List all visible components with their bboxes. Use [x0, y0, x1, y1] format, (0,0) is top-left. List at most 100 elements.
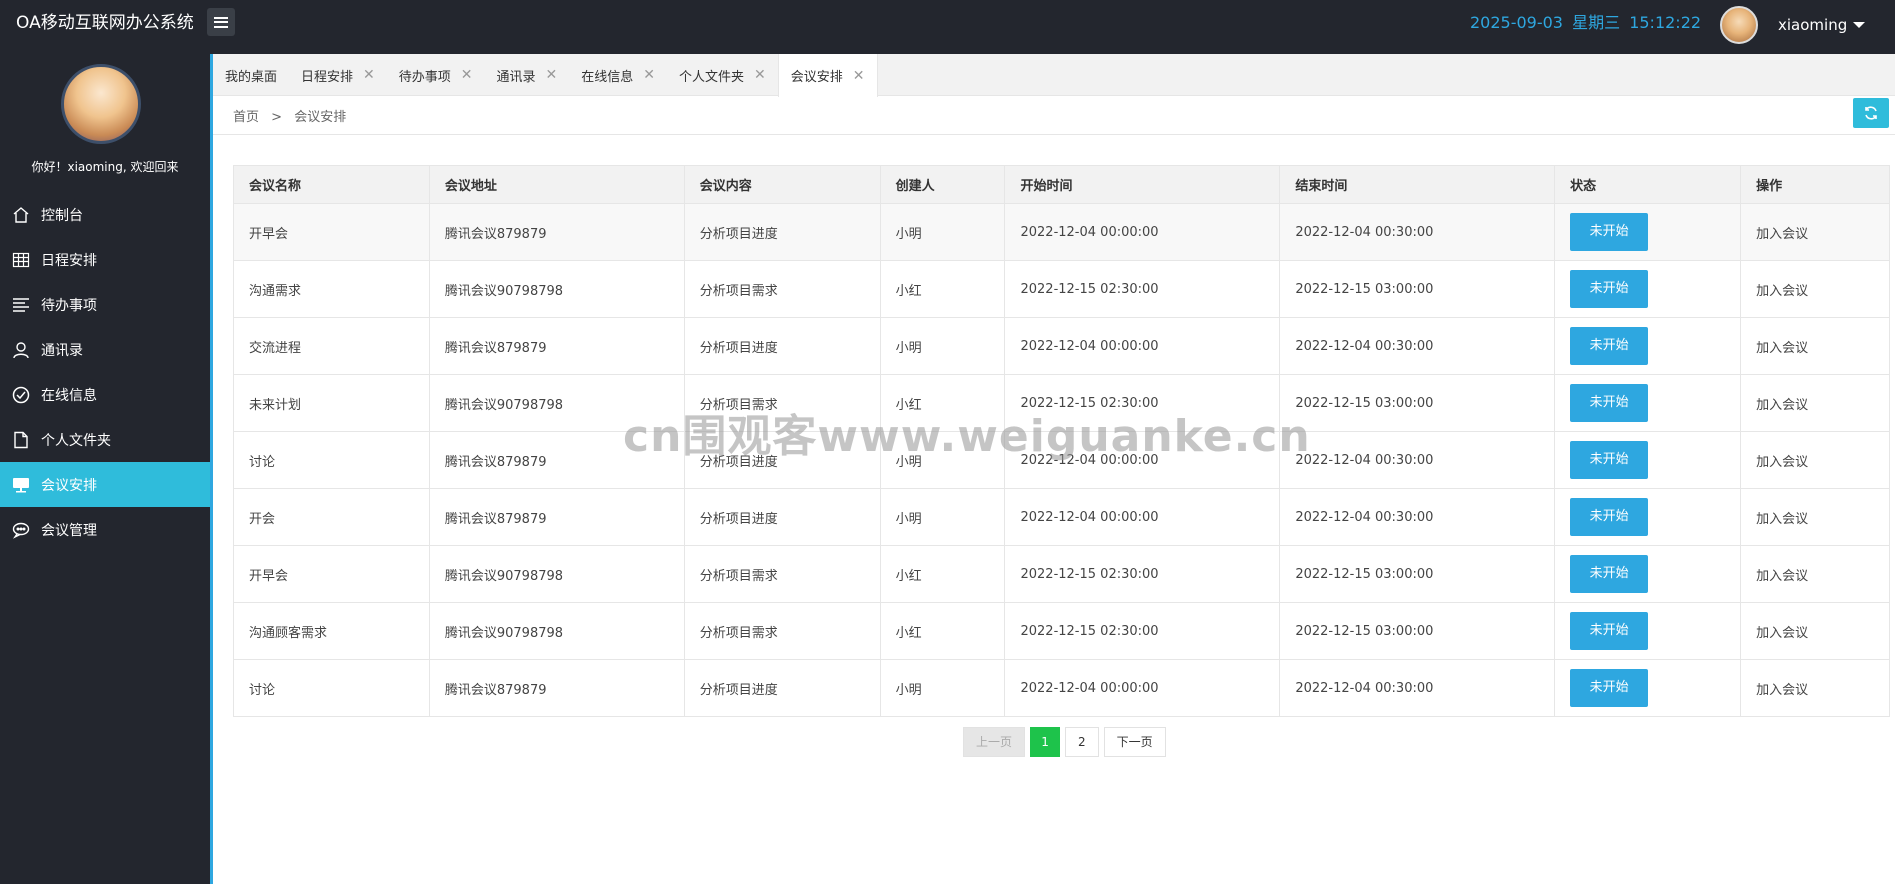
caret-down-icon: [1853, 22, 1866, 28]
table-cell: 腾讯会议879879: [428, 659, 685, 717]
table-cell: 开早会: [233, 545, 430, 603]
current-time: 15:12:22: [1629, 13, 1702, 32]
tab-meeting-schedule[interactable]: 会议安排 ✕: [777, 54, 878, 97]
sidebar-item-meeting-schedule[interactable]: 会议安排: [0, 462, 210, 507]
status-button[interactable]: 未开始: [1570, 441, 1649, 479]
next-page-button[interactable]: 下一页: [1103, 727, 1166, 757]
user-menu[interactable]: xiaoming: [1720, 5, 1866, 45]
table-cell: 未来计划: [233, 374, 430, 432]
status-button[interactable]: 未开始: [1570, 555, 1649, 593]
sidebar-item-label: 个人文件夹: [41, 432, 111, 449]
status-button[interactable]: 未开始: [1570, 498, 1649, 536]
table-cell: 未开始: [1554, 374, 1742, 432]
refresh-button[interactable]: [1853, 98, 1889, 128]
join-meeting-link[interactable]: 加入会议: [1756, 569, 1808, 584]
table-cell: 讨论: [233, 431, 430, 489]
tab-folder[interactable]: 个人文件夹 ✕: [667, 54, 778, 96]
table-cell: 未开始: [1554, 488, 1742, 546]
join-meeting-link[interactable]: 加入会议: [1756, 512, 1808, 527]
close-icon[interactable]: ✕: [363, 67, 375, 83]
table-cell: 2022-12-04 00:00:00: [1004, 203, 1281, 261]
menu-toggle-button[interactable]: [207, 8, 235, 36]
tab-schedule[interactable]: 日程安排 ✕: [289, 54, 387, 96]
tab-label: 个人文件夹: [679, 69, 745, 85]
table-header-row: 会议名称 会议地址 会议内容 创建人 开始时间 结束时间 状态 操作: [233, 165, 1890, 204]
column-header: 开始时间: [1004, 165, 1281, 204]
status-button[interactable]: 未开始: [1570, 384, 1649, 422]
tab-desktop[interactable]: 我的桌面: [213, 54, 289, 96]
table-cell: 开会: [233, 488, 430, 546]
breadcrumb-current: 会议安排: [294, 110, 347, 125]
close-icon[interactable]: ✕: [546, 67, 558, 83]
join-meeting-link[interactable]: 加入会议: [1756, 284, 1808, 299]
page-2-button[interactable]: 2: [1065, 727, 1099, 757]
tab-contacts[interactable]: 通讯录 ✕: [485, 54, 570, 96]
table-cell: 2022-12-04 00:30:00: [1279, 203, 1556, 261]
table-cell: 2022-12-04 00:00:00: [1004, 488, 1281, 546]
sidebar-item-label: 通讯录: [41, 342, 83, 359]
datetime-display: 2025-09-03 星期三 15:12:22: [1470, 0, 1701, 46]
status-button[interactable]: 未开始: [1570, 327, 1649, 365]
tab-label: 我的桌面: [225, 69, 278, 85]
table-cell: 未开始: [1554, 545, 1742, 603]
column-header: 创建人: [879, 165, 1006, 204]
table-row: 开会 腾讯会议879879 分析项目进度 小明 2022-12-04 00:00:00 2…: [233, 488, 1890, 546]
file-icon: [12, 431, 30, 449]
table-cell: 分析项目进度: [683, 659, 881, 717]
close-icon[interactable]: ✕: [461, 67, 473, 83]
status-button[interactable]: 未开始: [1570, 669, 1649, 707]
sidebar-item-todo[interactable]: 待办事项: [0, 282, 210, 327]
sidebar-item-dashboard[interactable]: 控制台: [0, 192, 210, 237]
join-meeting-link[interactable]: 加入会议: [1756, 227, 1808, 242]
join-meeting-link[interactable]: 加入会议: [1756, 455, 1808, 470]
table-cell: 分析项目需求: [683, 545, 881, 603]
table-cell: 加入会议: [1740, 431, 1890, 489]
sidebar-item-contacts[interactable]: 通讯录: [0, 327, 210, 372]
table-row: 沟通需求 腾讯会议90798798 分析项目需求 小红 2022-12-15 02:30…: [233, 260, 1890, 318]
table-cell: 交流进程: [233, 317, 430, 375]
sidebar-item-label: 控制台: [41, 207, 83, 224]
table-cell: 小红: [879, 602, 1006, 660]
close-icon[interactable]: ✕: [754, 67, 766, 83]
join-meeting-link[interactable]: 加入会议: [1756, 398, 1808, 413]
sidebar-item-online-info[interactable]: 在线信息: [0, 372, 210, 417]
table-cell: 未开始: [1554, 203, 1742, 261]
close-icon[interactable]: ✕: [853, 68, 865, 84]
tab-label: 待办事项: [398, 69, 451, 85]
join-meeting-link[interactable]: 加入会议: [1756, 626, 1808, 641]
table-row: 未来计划 腾讯会议90798798 分析项目需求 小红 2022-12-15 02:30…: [233, 374, 1890, 432]
close-icon[interactable]: ✕: [643, 67, 655, 83]
current-weekday: 星期三: [1572, 13, 1621, 32]
tab-todo[interactable]: 待办事项 ✕: [387, 54, 485, 96]
join-meeting-link[interactable]: 加入会议: [1756, 341, 1808, 356]
check-circle-icon: [12, 386, 30, 404]
table-cell: 2022-12-15 02:30:00: [1004, 260, 1281, 318]
sidebar-item-schedule[interactable]: 日程安排: [0, 237, 210, 282]
table-row: 交流进程 腾讯会议879879 分析项目进度 小明 2022-12-04 00:00:0…: [233, 317, 1890, 375]
hamburger-icon: [214, 16, 228, 28]
tab-online-info[interactable]: 在线信息 ✕: [569, 54, 667, 96]
status-button[interactable]: 未开始: [1570, 213, 1649, 251]
main-content: 我的桌面 日程安排 ✕ 待办事项 ✕ 通讯录 ✕ 在线信息 ✕ 个人文件夹 ✕ …: [210, 54, 1895, 884]
user-avatar: [1720, 6, 1758, 44]
table-cell: 加入会议: [1740, 203, 1890, 261]
join-meeting-link[interactable]: 加入会议: [1756, 683, 1808, 698]
table-cell: 沟通需求: [233, 260, 430, 318]
table-cell: 2022-12-15 03:00:00: [1279, 374, 1556, 432]
table-cell: 分析项目需求: [683, 374, 881, 432]
status-button[interactable]: 未开始: [1570, 270, 1649, 308]
table-cell: 未开始: [1554, 431, 1742, 489]
table-cell: 小红: [879, 545, 1006, 603]
table-cell: 2022-12-15 03:00:00: [1279, 545, 1556, 603]
sidebar-item-meeting-manage[interactable]: 会议管理: [0, 507, 210, 552]
prev-page-button[interactable]: 上一页: [963, 727, 1026, 757]
table-cell: 小红: [879, 260, 1006, 318]
status-button[interactable]: 未开始: [1570, 612, 1649, 650]
table-cell: 2022-12-04 00:00:00: [1004, 317, 1281, 375]
app-title: OA移动互联网办公系统: [16, 13, 194, 33]
sidebar-item-folder[interactable]: 个人文件夹: [0, 417, 210, 462]
table-cell: 分析项目进度: [683, 317, 881, 375]
breadcrumb-home[interactable]: 首页: [233, 110, 259, 125]
page-1-button[interactable]: 1: [1030, 727, 1061, 757]
pagination: 上一页 1 2 下一页: [963, 727, 1171, 757]
